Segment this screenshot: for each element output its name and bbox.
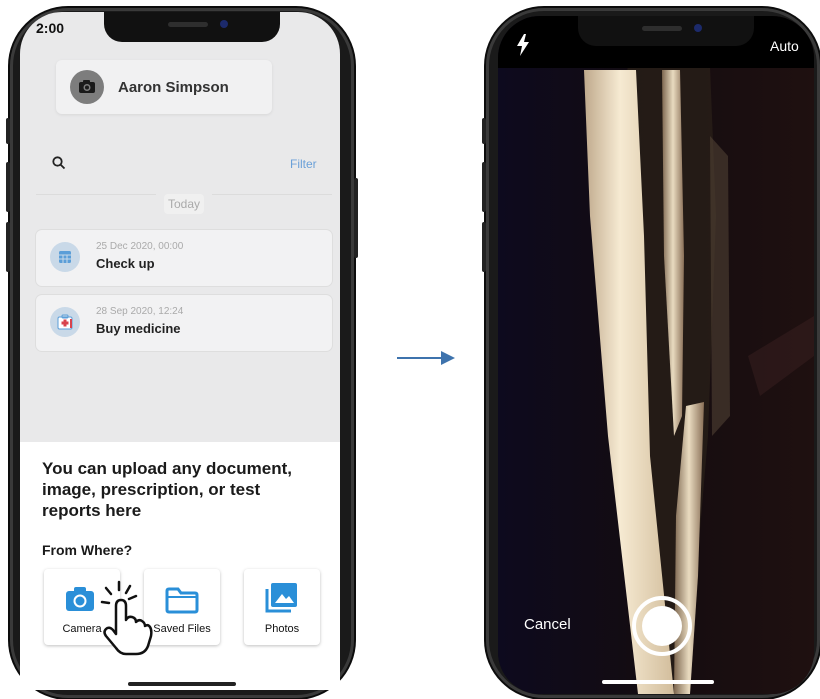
event-icon [50,307,80,337]
photos-option-button[interactable]: Photos [244,569,320,645]
camera-icon [79,80,95,93]
tap-hand-icon [100,580,153,656]
shutter-button[interactable] [632,596,692,656]
viewfinder-image [498,16,814,694]
calendar-icon [59,251,71,263]
volume-down-button [482,222,486,272]
first-aid-kit-icon [57,314,73,330]
photos-icon [265,583,297,613]
event-icon [50,242,80,272]
upload-message: You can upload any document, image, pres… [42,459,292,520]
notch [578,16,754,46]
event-title: Check up [96,256,155,271]
filter-link[interactable]: Filter [290,157,317,171]
search-icon [52,156,66,170]
mute-switch [6,118,10,144]
volume-up-button [6,162,10,212]
section-label-today: Today [164,194,204,214]
arrow-right-icon [397,351,455,365]
profile-name: Aaron Simpson [118,79,229,96]
upload-sheet: You can upload any document, image, pres… [20,442,340,690]
option-label: Photos [264,623,300,635]
search-bar[interactable] [36,150,276,178]
cancel-button[interactable]: Cancel [524,616,571,633]
power-button [354,178,358,258]
event-card-buy-medicine[interactable]: 28 Sep 2020, 12:24 Buy medicine [36,295,332,351]
event-title: Buy medicine [96,321,181,336]
mute-switch [482,118,486,144]
shutter-inner [642,606,682,646]
folder-icon [165,587,199,614]
event-card-check-up[interactable]: 25 Dec 2020, 00:00 Check up [36,230,332,286]
divider [36,194,156,195]
profile-card[interactable]: Aaron Simpson [56,60,272,114]
camera-viewfinder [498,16,814,694]
event-date: 25 Dec 2020, 00:00 [96,241,184,252]
home-indicator[interactable] [602,680,714,684]
flash-mode-label[interactable]: Auto [770,38,799,54]
volume-up-button [482,162,486,212]
home-indicator[interactable] [128,682,236,686]
divider [212,194,332,195]
camera-icon [66,587,94,611]
flash-icon[interactable] [516,34,530,56]
source-prompt: From Where? [42,542,133,558]
status-time: 2:00 [36,20,65,36]
profile-avatar[interactable] [70,70,104,104]
volume-down-button [6,222,10,272]
notch [104,12,280,42]
event-date: 28 Sep 2020, 12:24 [96,306,184,317]
